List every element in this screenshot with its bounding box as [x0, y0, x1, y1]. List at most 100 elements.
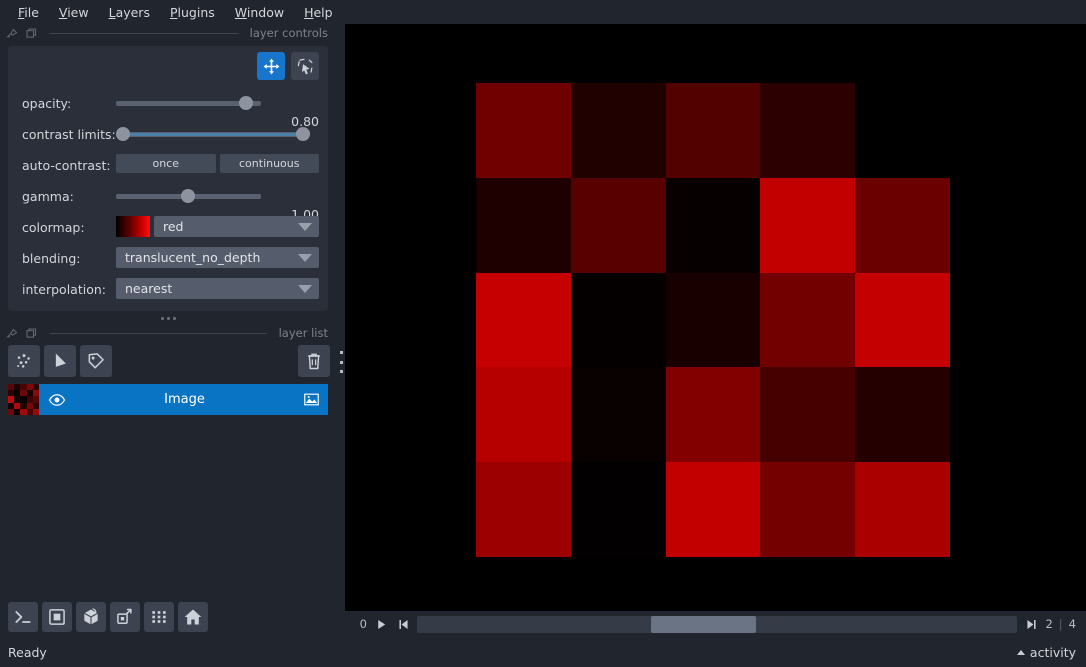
gamma-slider[interactable]	[116, 185, 319, 207]
auto-contrast-once-button[interactable]: once	[116, 154, 216, 173]
colormap-label: colormap:	[22, 219, 85, 235]
new-shapes-layer-button[interactable]	[44, 345, 76, 377]
image-grid-cell	[476, 367, 571, 463]
contrast-limits-label: contrast limits:	[22, 126, 116, 142]
contrast-low-handle[interactable]	[116, 127, 130, 141]
dot	[172, 317, 176, 320]
gamma-handle[interactable]	[181, 189, 195, 203]
image-grid-cell	[476, 272, 571, 368]
opacity-handle[interactable]	[239, 96, 253, 110]
interpolation-dropdown[interactable]: nearest	[116, 278, 319, 299]
dimension-slider-track[interactable]	[417, 615, 1018, 633]
image-grid-cell	[570, 177, 666, 273]
image-grid-cell	[570, 83, 666, 178]
pan-zoom-tool-button[interactable]	[257, 52, 285, 80]
opacity-field: 0.80	[116, 92, 328, 129]
play-icon	[377, 619, 385, 629]
dimension-max-value: 4	[1068, 617, 1076, 631]
colormap-dropdown[interactable]: red	[154, 216, 319, 237]
new-labels-layer-button[interactable]	[80, 345, 112, 377]
menu-window[interactable]: Window	[225, 2, 294, 23]
go-to-first-button[interactable]	[395, 616, 411, 632]
blending-field: translucent_no_depth	[116, 247, 328, 269]
dot	[339, 351, 343, 354]
undock-panel-icon[interactable]	[25, 327, 38, 340]
move-icon	[263, 58, 279, 74]
image-grid-cell	[476, 177, 571, 273]
image-grid-cell	[760, 83, 856, 178]
activity-toggle-button[interactable]: activity	[1016, 644, 1076, 660]
menu-layers[interactable]: Layers	[99, 2, 160, 23]
status-bar: Ready activity	[0, 637, 1086, 667]
contrast-limits-field	[116, 123, 328, 145]
float-panel-icon[interactable]	[6, 27, 19, 40]
activity-label: activity	[1029, 644, 1076, 660]
delete-layer-button[interactable]	[298, 345, 330, 377]
dimension-slider-bar: 0 2 | 4	[345, 611, 1086, 637]
auto-contrast-label: auto-contrast:	[22, 157, 111, 173]
dot	[160, 317, 164, 320]
blending-label: blending:	[22, 250, 81, 266]
gamma-label: gamma:	[22, 188, 74, 204]
layer-controls-panel: opacity: 0.80 contrast limits: auto-cont…	[8, 46, 328, 311]
shapes-icon	[55, 353, 66, 367]
colormap-swatch	[116, 216, 150, 237]
image-canvas[interactable]	[345, 24, 1086, 611]
dot	[166, 317, 170, 320]
skip-to-start-icon	[398, 619, 408, 629]
go-to-last-button[interactable]	[1023, 616, 1039, 632]
thumbnail-cell	[32, 408, 39, 415]
image-data-grid	[476, 83, 950, 557]
image-grid-cell	[570, 272, 666, 368]
list-item[interactable]: Image	[8, 384, 328, 415]
undock-panel-icon[interactable]	[25, 27, 38, 40]
menu-file[interactable]: File	[8, 2, 49, 23]
image-grid-cell	[665, 367, 761, 463]
new-points-layer-button[interactable]	[8, 345, 40, 377]
left-dock-panel: layer controls opacity: 0.80 contrast li…	[0, 24, 345, 667]
cube-icon	[84, 608, 98, 625]
dimension-slider-handle[interactable]	[651, 615, 757, 633]
image-grid-cell	[760, 462, 856, 557]
image-grid-cell	[665, 177, 761, 273]
roll-dims-button[interactable]	[110, 602, 140, 632]
blending-dropdown[interactable]: translucent_no_depth	[116, 247, 319, 268]
roll-dims-icon	[117, 608, 132, 624]
auto-contrast-continuous-button[interactable]: continuous	[219, 154, 319, 173]
contrast-range-fill	[123, 132, 303, 136]
header-divider	[50, 332, 267, 334]
caret-up-icon	[1016, 649, 1025, 655]
layer-visibility-toggle[interactable]	[39, 391, 75, 409]
image-layer-icon	[294, 391, 328, 408]
chevron-down-icon	[298, 222, 312, 231]
menu-help[interactable]: Help	[294, 2, 343, 23]
chevron-down-icon	[298, 284, 312, 293]
image-grid-cell	[476, 83, 571, 178]
layer-list-header: layer list	[0, 324, 336, 342]
dimension-axis-label: 0	[359, 617, 367, 631]
labels-tag-icon	[88, 353, 104, 369]
dimension-separator: |	[1058, 617, 1063, 631]
transpose-grid-button[interactable]	[144, 602, 174, 632]
float-panel-icon[interactable]	[6, 327, 19, 340]
gamma-field: 1.00	[116, 185, 328, 222]
ndisplay-toggle-button[interactable]	[42, 602, 72, 632]
colormap-value: red	[163, 219, 184, 234]
image-grid-cell	[665, 272, 761, 368]
image-grid-cell	[476, 462, 571, 557]
layer-controls-grid: opacity: 0.80 contrast limits: auto-cont…	[8, 92, 328, 300]
opacity-slider[interactable]	[116, 92, 319, 114]
image-grid-cell	[855, 272, 950, 368]
contrast-high-handle[interactable]	[296, 127, 310, 141]
console-button[interactable]	[8, 602, 38, 632]
layer-thumbnail	[8, 384, 39, 415]
image-grid-cell	[855, 177, 950, 273]
contrast-limits-slider[interactable]	[116, 123, 319, 145]
menu-plugins[interactable]: Plugins	[160, 2, 225, 23]
home-reset-button[interactable]	[178, 602, 208, 632]
cube-3d-button[interactable]	[76, 602, 106, 632]
transform-tool-button[interactable]	[291, 52, 319, 80]
play-button[interactable]	[373, 616, 389, 632]
layer-list-title: layer list	[278, 326, 328, 340]
menu-view[interactable]: View	[49, 2, 99, 23]
